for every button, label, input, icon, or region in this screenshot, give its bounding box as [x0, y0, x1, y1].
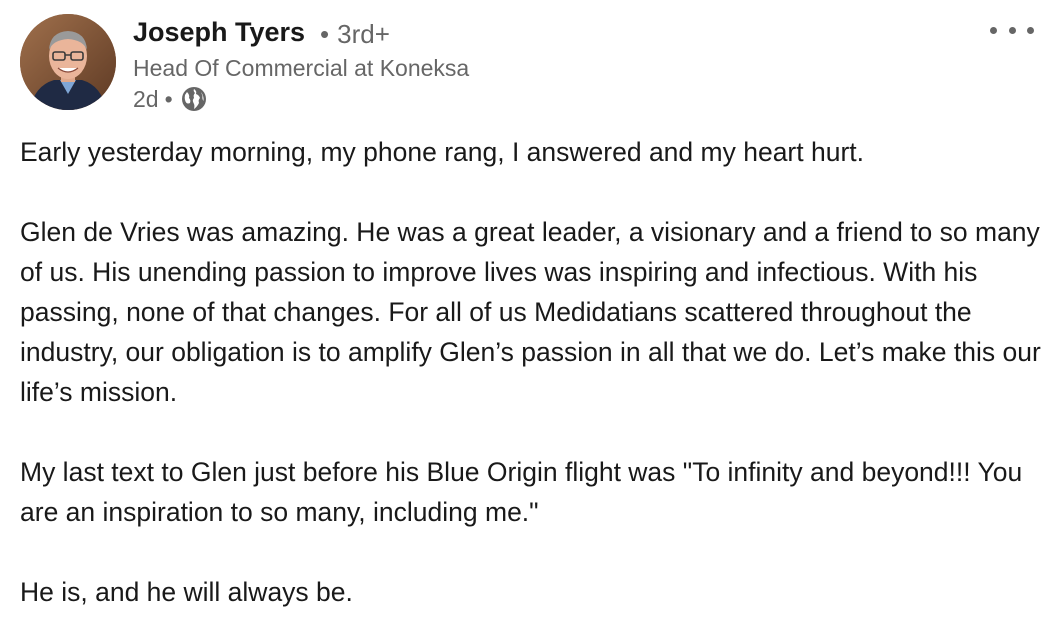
author-name[interactable]: Joseph Tyers: [133, 17, 305, 48]
globe-icon: [181, 86, 207, 112]
post-paragraph: He is, and he will always be.: [20, 577, 353, 607]
avatar-photo: [20, 14, 116, 110]
post-paragraph: Early yesterday morning, my phone rang, …: [20, 137, 865, 167]
more-horizontal-icon-dot: [1027, 26, 1034, 34]
more-horizontal-icon-dot: [1008, 26, 1016, 34]
connection-degree-wrap: • 3rd+: [320, 19, 390, 50]
feed-post: Joseph Tyers • 3rd+ Head Of Commercial at…: [0, 0, 1060, 626]
separator-dot: •: [164, 85, 173, 112]
post-paragraph: My last text to Glen just before his Blu…: [20, 457, 1023, 527]
more-options-button[interactable]: [990, 18, 1034, 42]
post-time: 2d: [133, 85, 159, 112]
author-headline: Head Of Commercial at Koneksa: [133, 55, 470, 81]
post-body: Early yesterday morning, my phone rang, …: [20, 132, 1045, 612]
post-paragraph: Glen de Vries was amazing. He was a grea…: [20, 217, 1041, 407]
connection-degree: 3rd+: [337, 19, 390, 49]
separator-dot: •: [320, 19, 330, 49]
post-meta: 2d •: [133, 85, 207, 113]
author-avatar[interactable]: [20, 14, 116, 110]
more-horizontal-icon-dot: [990, 26, 997, 34]
